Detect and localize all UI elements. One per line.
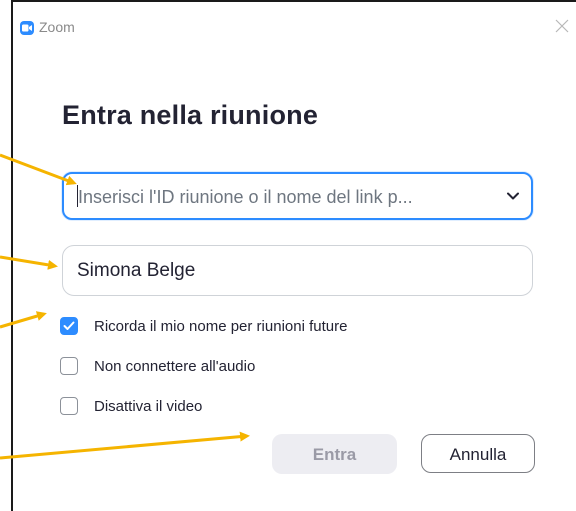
meeting-id-input[interactable] <box>78 184 488 210</box>
checkmark-icon <box>63 321 75 330</box>
remember-name-checkbox[interactable] <box>60 317 78 335</box>
close-icon[interactable] <box>554 18 570 34</box>
video-off-checkbox[interactable] <box>60 397 78 415</box>
display-name-field[interactable] <box>62 245 533 296</box>
no-audio-checkbox[interactable] <box>60 357 78 375</box>
page-title: Entra nella riunione <box>62 100 319 130</box>
display-name-input[interactable] <box>77 259 517 283</box>
option-video-off[interactable]: Disattiva il video <box>60 395 202 417</box>
remember-name-label: Ricorda il mio nome per riunioni future <box>94 317 348 335</box>
join-button[interactable]: Entra <box>272 434 397 474</box>
option-remember-name[interactable]: Ricorda il mio nome per riunioni future <box>60 315 347 337</box>
video-off-label: Disattiva il video <box>94 397 203 415</box>
cancel-button[interactable]: Annulla <box>421 434 535 473</box>
window-title: Zoom <box>39 19 75 35</box>
zoom-join-window: Zoom Entra nella riunione Ricorda il mio… <box>13 0 576 511</box>
option-no-audio[interactable]: Non connettere all'audio <box>60 355 255 377</box>
zoom-logo-icon <box>20 21 34 35</box>
chevron-down-icon[interactable] <box>505 189 521 203</box>
meeting-id-combobox[interactable] <box>62 172 533 220</box>
window-titlebar: Zoom <box>13 2 576 42</box>
no-audio-label: Non connettere all'audio <box>94 357 256 375</box>
